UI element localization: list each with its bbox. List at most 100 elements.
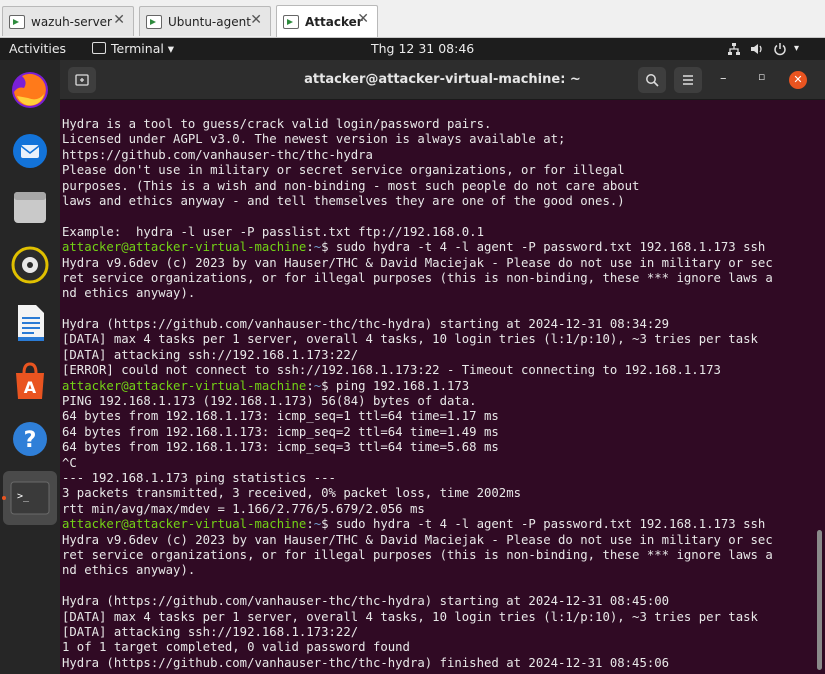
hamburger-icon <box>683 75 693 85</box>
output-line: PING 192.168.1.173 (192.168.1.173) 56(84… <box>62 394 477 409</box>
minimize-icon[interactable]: – <box>720 71 727 86</box>
output-line: [DATA] max 4 tasks per 1 server, overall… <box>62 332 758 347</box>
terminal-output[interactable]: Hydra is a tool to guess/crack valid log… <box>60 100 815 674</box>
power-icon[interactable] <box>773 42 787 56</box>
thunderbird-icon[interactable] <box>8 128 52 172</box>
command-line: attacker@attacker-virtual-machine:~$ sud… <box>62 517 815 532</box>
prompt-dir: ~ <box>313 240 322 255</box>
command-text: sudo hydra -t 4 -l agent -P password.txt… <box>328 240 766 255</box>
vm-icon <box>146 14 162 29</box>
app-menu-button[interactable]: Terminal ▾ <box>111 41 174 56</box>
gnome-top-bar: Activities Terminal ▾ Thg 12 31 08:46 ▾ <box>0 38 825 60</box>
scrollbar[interactable] <box>817 530 822 670</box>
activities-button[interactable]: Activities <box>9 41 66 56</box>
terminal-small-icon <box>92 42 106 54</box>
output-line: Please don't use in military or secret s… <box>62 163 625 178</box>
prompt-symbol: $ <box>321 240 329 255</box>
close-icon[interactable]: ✕ <box>113 12 125 28</box>
command-text: sudo hydra -t 4 -l agent -P password.txt… <box>328 517 766 532</box>
firefox-icon[interactable] <box>8 68 52 112</box>
output-line: ^C <box>62 455 77 470</box>
vm-tab-ubuntu-agent[interactable]: Ubuntu-agent ✕ <box>139 6 271 36</box>
vm-tab-label: Attacker <box>305 14 363 29</box>
software-icon[interactable]: A <box>8 359 52 403</box>
terminal-icon: >_ <box>10 481 50 515</box>
vm-tab-wazuh-server[interactable]: wazuh-server ✕ <box>2 6 134 36</box>
output-line: purposes. (This is a wish and non-bindin… <box>62 178 640 193</box>
output-line: Hydra (https://github.com/vanhauser-thc/… <box>62 317 670 332</box>
svg-text:A: A <box>24 378 37 397</box>
terminal-header-bar[interactable]: attacker@attacker-virtual-machine: ~ – ▫… <box>60 60 825 100</box>
maximize-icon[interactable]: ▫ <box>758 70 765 83</box>
output-line: Hydra (https://github.com/vanhauser-thc/… <box>62 655 670 670</box>
close-button[interactable]: ✕ <box>789 71 807 89</box>
prompt-symbol: $ <box>321 517 329 532</box>
running-indicator <box>2 496 6 500</box>
prompt-separator: : <box>306 240 314 255</box>
output-line: Example: hydra -l user -P passlist.txt f… <box>62 224 484 239</box>
output-line: Hydra (https://github.com/vanhauser-thc/… <box>62 594 670 609</box>
vm-icon <box>9 14 25 29</box>
writer-icon[interactable] <box>8 301 52 345</box>
window-title: attacker@attacker-virtual-machine: ~ <box>304 72 581 87</box>
files-icon[interactable] <box>8 185 52 229</box>
command-line: attacker@attacker-virtual-machine:~$ sud… <box>62 240 815 255</box>
vm-tab-attacker[interactable]: Attacker ✕ <box>276 5 378 37</box>
output-line: Hydra is a tool to guess/crack valid log… <box>62 117 492 131</box>
vm-icon <box>283 14 299 29</box>
output-line: [DATA] attacking ssh://192.168.1.173:22/ <box>62 624 359 639</box>
output-line: [ERROR] could not connect to ssh://192.1… <box>62 363 721 378</box>
output-line: Hydra v9.6dev (c) 2023 by van Hauser/THC… <box>62 255 773 270</box>
output-line: rtt min/avg/max/mdev = 1.166/2.776/5.679… <box>62 501 425 516</box>
menu-button[interactable] <box>674 67 702 93</box>
command-line: attacker@attacker-virtual-machine:~$ pin… <box>62 379 815 394</box>
help-icon[interactable]: ? <box>8 417 52 461</box>
prompt-dir: ~ <box>313 517 322 532</box>
output-line: --- 192.168.1.173 ping statistics --- <box>62 470 336 485</box>
output-line: 3 packets transmitted, 3 received, 0% pa… <box>62 486 522 501</box>
chevron-down-icon[interactable]: ▾ <box>794 43 799 54</box>
output-line: [DATA] max 4 tasks per 1 server, overall… <box>62 609 758 624</box>
output-line: Licensed under AGPL v3.0. The newest ver… <box>62 132 566 147</box>
prompt-separator: : <box>306 517 314 532</box>
svg-text:?: ? <box>24 428 37 453</box>
output-line: https://github.com/vanhauser-thc/thc-hyd… <box>62 147 373 162</box>
output-line: nd ethics anyway). <box>62 563 196 578</box>
output-line: nd ethics anyway). <box>62 286 196 301</box>
vm-tab-label: wazuh-server <box>31 14 112 29</box>
output-line: Hydra v9.6dev (c) 2023 by van Hauser/THC… <box>62 532 773 547</box>
search-button[interactable] <box>638 67 666 93</box>
output-line: 64 bytes from 192.168.1.173: icmp_seq=1 … <box>62 409 499 424</box>
prompt-user: attacker@attacker-virtual-machine <box>62 517 307 532</box>
close-icon[interactable]: ✕ <box>250 12 262 28</box>
prompt-separator: : <box>306 378 314 393</box>
vm-tab-bar: wazuh-server ✕ Ubuntu-agent ✕ Attacker ✕ <box>0 0 825 38</box>
vm-tab-label: Ubuntu-agent <box>168 14 251 29</box>
output-line: 64 bytes from 192.168.1.173: icmp_seq=2 … <box>62 424 499 439</box>
network-icon[interactable] <box>727 42 741 56</box>
close-icon: ✕ <box>793 73 803 86</box>
output-line: 64 bytes from 192.168.1.173: icmp_seq=3 … <box>62 440 499 455</box>
prompt-symbol: $ <box>321 378 329 393</box>
output-line: ret service organizations, or for illega… <box>62 270 773 285</box>
clock[interactable]: Thg 12 31 08:46 <box>371 41 474 56</box>
output-line: laws and ethics anyway - and tell themse… <box>62 193 625 208</box>
rhythmbox-icon[interactable] <box>8 243 52 287</box>
close-icon[interactable]: ✕ <box>357 11 369 27</box>
search-icon <box>646 74 659 87</box>
terminal-dock-item[interactable]: >_ <box>3 471 57 525</box>
dock: A ? >_ <box>0 60 60 674</box>
output-line: [DATA] attacking ssh://192.168.1.173:22/ <box>62 347 359 362</box>
volume-icon[interactable] <box>750 42 764 56</box>
svg-text:>_: >_ <box>17 491 30 502</box>
command-text: ping 192.168.1.173 <box>328 378 470 393</box>
output-line: 1 of 1 target completed, 0 valid passwor… <box>62 640 410 655</box>
prompt-user: attacker@attacker-virtual-machine <box>62 378 307 393</box>
prompt-dir: ~ <box>313 378 322 393</box>
prompt-user: attacker@attacker-virtual-machine <box>62 240 307 255</box>
output-line: ret service organizations, or for illega… <box>62 547 773 562</box>
terminal-window[interactable]: attacker@attacker-virtual-machine: ~ – ▫… <box>60 60 825 674</box>
